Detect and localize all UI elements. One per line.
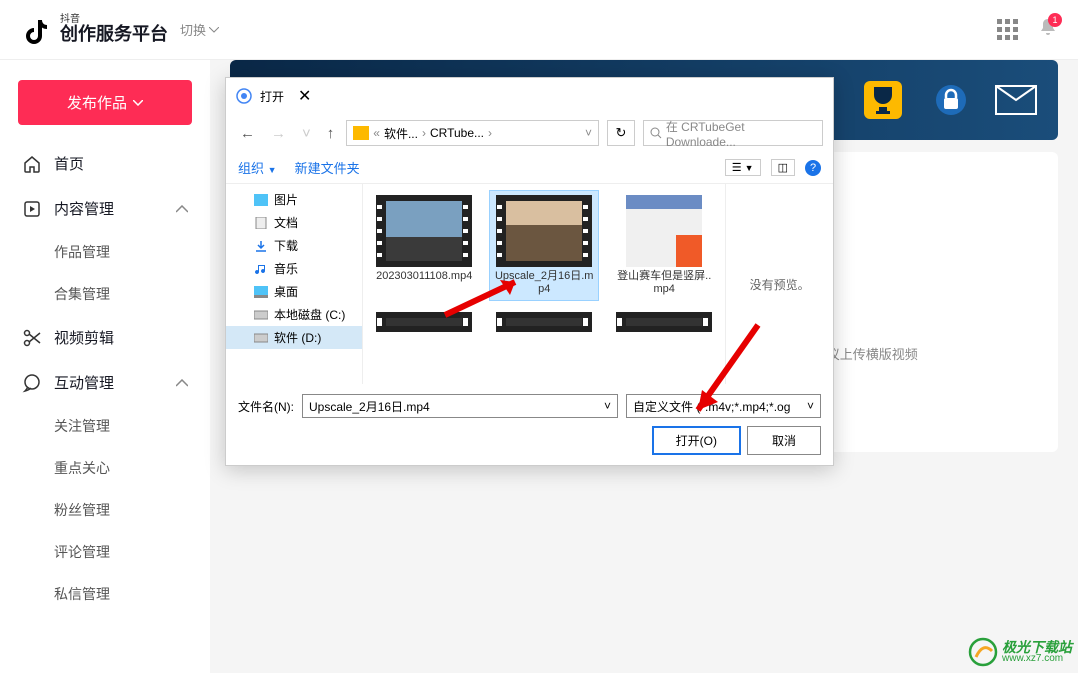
music-icon	[254, 263, 268, 275]
home-icon	[22, 154, 42, 174]
chevron-down-icon	[209, 27, 219, 33]
nav-collection-mgmt[interactable]: 合集管理	[0, 273, 210, 315]
trophy-icon	[858, 75, 908, 125]
nav-up-button[interactable]: ↑	[323, 121, 339, 146]
nav-key-follow[interactable]: 重点关心	[0, 447, 210, 489]
preview-pane-button[interactable]: ◫	[771, 159, 795, 176]
tree-pictures[interactable]: 图片	[226, 188, 362, 211]
browser-icon	[236, 88, 252, 104]
tree-documents[interactable]: 文档	[226, 211, 362, 234]
folder-icon	[353, 126, 369, 140]
refresh-button[interactable]: ↻	[607, 120, 635, 146]
desktop-icon	[254, 286, 268, 298]
nav-interact-mgmt[interactable]: 互动管理	[0, 360, 210, 405]
view-mode-button[interactable]: ☰ ▼	[725, 159, 761, 176]
tree-music[interactable]: 音乐	[226, 257, 362, 280]
dialog-close-button[interactable]: ✕	[292, 84, 317, 108]
cancel-button[interactable]: 取消	[747, 426, 821, 455]
disk-icon	[254, 332, 268, 344]
lock-icon	[934, 83, 968, 117]
chevron-down-icon	[133, 100, 143, 106]
douyin-icon	[20, 14, 52, 46]
new-folder-button[interactable]: 新建文件夹	[295, 158, 360, 177]
folder-tree: 图片 文档 下载 音乐 桌面 本地磁盘 (C:) 软件 (D:)	[226, 184, 363, 384]
file-item[interactable]	[609, 307, 719, 337]
nav-recent-button[interactable]: ˅	[298, 121, 315, 146]
nav-forward-button[interactable]: →	[267, 121, 290, 146]
tree-desktop[interactable]: 桌面	[226, 280, 362, 303]
notification-bell[interactable]: 1	[1038, 17, 1058, 42]
brand-big: 创作服务平台	[60, 25, 168, 45]
file-item-selected[interactable]: Upscale_2月16日.mp4	[489, 190, 599, 301]
file-item[interactable]: 登山赛车但是竖屏..mp4	[609, 190, 719, 301]
file-item[interactable]	[369, 307, 479, 337]
filename-input[interactable]: Upscale_2月16日.mp4˅	[302, 394, 618, 418]
nav-content-mgmt[interactable]: 内容管理	[0, 186, 210, 231]
play-square-icon	[22, 199, 42, 219]
chat-icon	[22, 373, 42, 393]
nav-comment-mgmt[interactable]: 评论管理	[0, 531, 210, 573]
search-box[interactable]: 在 CRTubeGet Downloade...	[643, 120, 823, 146]
tree-disk-d[interactable]: 软件 (D:)	[226, 326, 362, 349]
filename-label: 文件名(N):	[238, 398, 294, 415]
dialog-titlebar: 打开 ✕	[226, 78, 833, 114]
file-filter-dropdown[interactable]: 自定义文件 (*.m4v;*.mp4;*.og˅	[626, 394, 821, 418]
preview-pane: 没有预览。	[725, 184, 833, 384]
watermark: 极光下载站 www.xz7.com	[968, 637, 1072, 667]
tree-downloads[interactable]: 下载	[226, 234, 362, 257]
chevron-up-icon	[176, 205, 188, 213]
search-icon	[650, 127, 662, 139]
publish-button[interactable]: 发布作品	[18, 80, 192, 125]
file-item[interactable]	[489, 307, 599, 337]
help-button[interactable]: ?	[805, 160, 821, 176]
file-item[interactable]: 202303011108.mp4	[369, 190, 479, 301]
notification-badge: 1	[1048, 13, 1062, 27]
pictures-icon	[254, 194, 268, 206]
nav-follow-mgmt[interactable]: 关注管理	[0, 405, 210, 447]
switch-link[interactable]: 切换	[180, 20, 219, 39]
downloads-icon	[254, 240, 268, 252]
chevron-up-icon	[176, 379, 188, 387]
organize-button[interactable]: 组织 ▼	[238, 158, 277, 177]
apps-grid-icon[interactable]	[997, 19, 1018, 40]
documents-icon	[254, 217, 268, 229]
top-bar: 抖音 创作服务平台 切换 1	[0, 0, 1078, 60]
scissors-icon	[22, 328, 42, 348]
nav-home[interactable]: 首页	[0, 141, 210, 186]
mail-icon	[994, 84, 1038, 116]
nav-msg-mgmt[interactable]: 私信管理	[0, 573, 210, 615]
disk-icon	[254, 309, 268, 321]
nav-fans-mgmt[interactable]: 粉丝管理	[0, 489, 210, 531]
address-bar[interactable]: « 软件... › CRTube... › ˅	[346, 120, 599, 146]
nav-works-mgmt[interactable]: 作品管理	[0, 231, 210, 273]
sidebar: 发布作品 首页 内容管理 作品管理 合集管理 视频剪辑 互动管理 关	[0, 60, 210, 673]
file-open-dialog: 打开 ✕ ← → ˅ ↑ « 软件... › CRTube... › ˅ ↻ 在…	[225, 77, 834, 466]
brand-logo[interactable]: 抖音 创作服务平台	[20, 14, 168, 46]
tree-disk-c[interactable]: 本地磁盘 (C:)	[226, 303, 362, 326]
watermark-logo	[968, 637, 998, 667]
nav-back-button[interactable]: ←	[236, 121, 259, 146]
open-button[interactable]: 打开(O)	[652, 426, 741, 455]
file-grid: 202303011108.mp4 Upscale_2月16日.mp4 登山赛车但…	[369, 190, 719, 378]
nav-video-cut[interactable]: 视频剪辑	[0, 315, 210, 360]
